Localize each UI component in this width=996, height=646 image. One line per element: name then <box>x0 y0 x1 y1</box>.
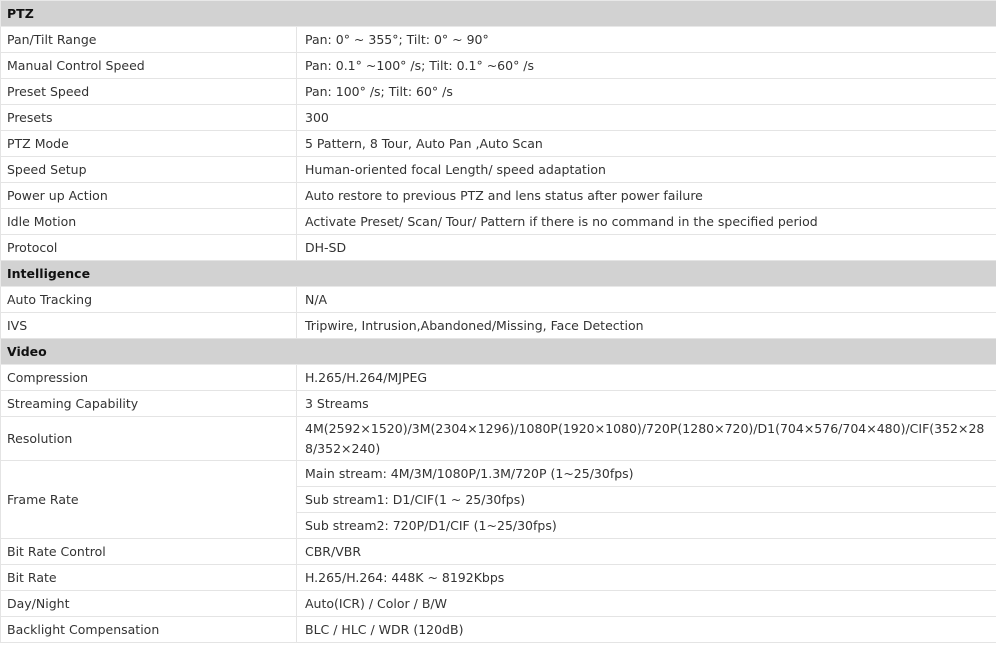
table-row: Manual Control Speed Pan: 0.1° ~100° /s;… <box>0 52 996 79</box>
spec-label: PTZ Mode <box>0 130 297 157</box>
spec-value: Auto restore to previous PTZ and lens st… <box>295 182 996 209</box>
section-title: Intelligence <box>0 260 996 287</box>
spec-value: 300 <box>295 104 996 131</box>
table-row: Power up Action Auto restore to previous… <box>0 182 996 209</box>
spec-label: Bit Rate <box>0 564 297 591</box>
spec-label: Manual Control Speed <box>0 52 297 79</box>
spec-value: Pan: 0° ~ 355°; Tilt: 0° ~ 90° <box>295 26 996 53</box>
spec-value: Human-oriented focal Length/ speed adapt… <box>295 156 996 183</box>
spec-value: 5 Pattern, 8 Tour, Auto Pan ,Auto Scan <box>295 130 996 157</box>
spec-label: Speed Setup <box>0 156 297 183</box>
spec-value-line: Sub stream2: 720P/D1/CIF (1~25/30fps) <box>305 518 557 533</box>
section-header-ptz: PTZ <box>0 0 996 27</box>
spec-value: 3 Streams <box>295 390 996 417</box>
table-row: Resolution 4M(2592×1520)/3M(2304×1296)/1… <box>0 416 996 461</box>
table-row: Backlight Compensation BLC / HLC / WDR (… <box>0 616 996 643</box>
spec-value: BLC / HLC / WDR (120dB) <box>295 616 996 643</box>
spec-label: Frame Rate <box>0 460 297 539</box>
table-row: Protocol DH-SD <box>0 234 996 261</box>
spec-label: Backlight Compensation <box>0 616 297 643</box>
spec-label: Resolution <box>0 416 297 461</box>
spec-value: DH-SD <box>295 234 996 261</box>
spec-label: Bit Rate Control <box>0 538 297 565</box>
table-row: Bit Rate H.265/H.264: 448K ~ 8192Kbps <box>0 564 996 591</box>
spec-table: PTZ Pan/Tilt Range Pan: 0° ~ 355°; Tilt:… <box>0 0 996 643</box>
section-header-intelligence: Intelligence <box>0 260 996 287</box>
spec-label: Power up Action <box>0 182 297 209</box>
spec-label: Compression <box>0 364 297 391</box>
table-row: Presets 300 <box>0 104 996 131</box>
table-row: Auto Tracking N/A <box>0 286 996 313</box>
spec-value: Pan: 0.1° ~100° /s; Tilt: 0.1° ~60° /s <box>295 52 996 79</box>
spec-value: N/A <box>295 286 996 313</box>
spec-value-list: Main stream: 4M/3M/1080P/1.3M/720P (1~25… <box>295 460 996 539</box>
table-row: IVS Tripwire, Intrusion,Abandoned/Missin… <box>0 312 996 339</box>
table-row: PTZ Mode 5 Pattern, 8 Tour, Auto Pan ,Au… <box>0 130 996 157</box>
spec-label: Auto Tracking <box>0 286 297 313</box>
table-row: Bit Rate Control CBR/VBR <box>0 538 996 565</box>
spec-label: Protocol <box>0 234 297 261</box>
spec-value: 4M(2592×1520)/3M(2304×1296)/1080P(1920×1… <box>295 416 996 461</box>
spec-value-line: Main stream: 4M/3M/1080P/1.3M/720P (1~25… <box>297 462 996 487</box>
spec-value-line: Sub stream1: D1/CIF(1 ~ 25/30fps) <box>297 487 996 513</box>
table-row: Frame Rate Main stream: 4M/3M/1080P/1.3M… <box>0 460 996 539</box>
spec-value: H.265/H.264/MJPEG <box>295 364 996 391</box>
table-row: Compression H.265/H.264/MJPEG <box>0 364 996 391</box>
spec-value: Activate Preset/ Scan/ Tour/ Pattern if … <box>295 208 996 235</box>
spec-value: Auto(ICR) / Color / B/W <box>295 590 996 617</box>
spec-value: H.265/H.264: 448K ~ 8192Kbps <box>295 564 996 591</box>
spec-label: Pan/Tilt Range <box>0 26 297 53</box>
spec-label: Preset Speed <box>0 78 297 105</box>
spec-label: IVS <box>0 312 297 339</box>
table-row: Pan/Tilt Range Pan: 0° ~ 355°; Tilt: 0° … <box>0 26 996 53</box>
spec-value: CBR/VBR <box>295 538 996 565</box>
spec-label: Day/Night <box>0 590 297 617</box>
spec-value: Tripwire, Intrusion,Abandoned/Missing, F… <box>295 312 996 339</box>
table-row: Streaming Capability 3 Streams <box>0 390 996 417</box>
spec-label: Presets <box>0 104 297 131</box>
spec-value: Pan: 100° /s; Tilt: 60° /s <box>295 78 996 105</box>
table-row: Day/Night Auto(ICR) / Color / B/W <box>0 590 996 617</box>
spec-label: Streaming Capability <box>0 390 297 417</box>
section-header-video: Video <box>0 338 996 365</box>
section-title: Video <box>0 338 996 365</box>
table-row: Preset Speed Pan: 100° /s; Tilt: 60° /s <box>0 78 996 105</box>
section-title: PTZ <box>0 0 996 27</box>
table-row: Idle Motion Activate Preset/ Scan/ Tour/… <box>0 208 996 235</box>
spec-label: Idle Motion <box>0 208 297 235</box>
table-row: Speed Setup Human-oriented focal Length/… <box>0 156 996 183</box>
